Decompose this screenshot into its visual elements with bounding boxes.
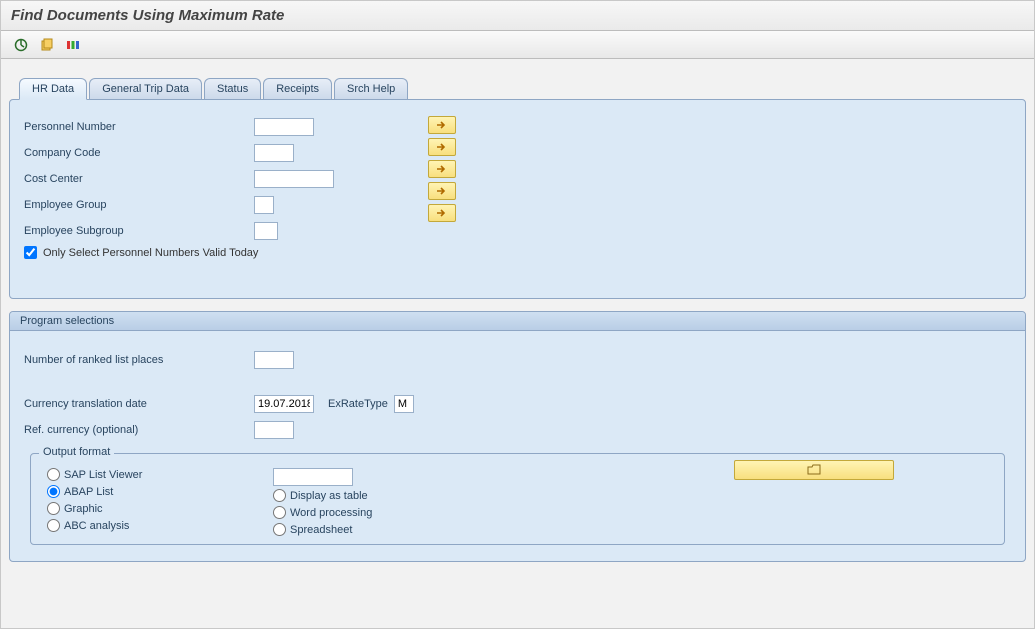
only-valid-today-label: Only Select Personnel Numbers Valid Toda… (43, 247, 258, 259)
tab-general-trip[interactable]: General Trip Data (89, 78, 202, 100)
multi-select-employee-group[interactable] (428, 182, 456, 200)
radio-abap-list[interactable] (47, 485, 60, 498)
personnel-number-input[interactable] (254, 118, 314, 136)
translation-date-label: Currency translation date (24, 398, 254, 410)
radio-spreadsheet-label: Spreadsheet (290, 524, 352, 536)
program-selections-section: Program selections Number of ranked list… (9, 311, 1026, 562)
layout-variant-button[interactable] (734, 460, 894, 480)
execute-button[interactable] (11, 36, 31, 54)
output-format-section: Output format SAP List Viewer (30, 453, 1005, 545)
multi-select-employee-subgroup[interactable] (428, 204, 456, 222)
folder-icon (807, 464, 821, 476)
radio-abc-analysis[interactable] (47, 519, 60, 532)
translation-date-input[interactable] (254, 395, 314, 413)
employee-subgroup-label: Employee Subgroup (24, 225, 254, 237)
personnel-number-label: Personnel Number (24, 121, 254, 133)
multi-select-company-code[interactable] (428, 138, 456, 156)
radio-graphic[interactable] (47, 502, 60, 515)
employee-group-label: Employee Group (24, 199, 254, 211)
company-code-label: Company Code (24, 147, 254, 159)
hr-data-panel: Personnel Number Company Code Cost Cente… (9, 99, 1026, 299)
radio-word-processing[interactable] (273, 506, 286, 519)
ref-currency-label: Ref. currency (optional) (24, 424, 254, 436)
ranked-list-label: Number of ranked list places (24, 354, 254, 366)
tab-hr-data[interactable]: HR Data (19, 78, 87, 100)
radio-display-table[interactable] (273, 489, 286, 502)
variant-button[interactable] (37, 36, 57, 54)
cost-center-label: Cost Center (24, 173, 254, 185)
employee-subgroup-input[interactable] (254, 222, 278, 240)
radio-display-table-label: Display as table (290, 490, 368, 502)
company-code-input[interactable] (254, 144, 294, 162)
tab-strip: HR Data General Trip Data Status Receipt… (19, 77, 1026, 99)
exrate-label: ExRateType (328, 398, 388, 410)
radio-abc-analysis-label: ABC analysis (64, 520, 129, 532)
radio-graphic-label: Graphic (64, 503, 103, 515)
tab-receipts[interactable]: Receipts (263, 78, 332, 100)
toolbar (1, 31, 1034, 59)
radio-abap-list-label: ABAP List (64, 486, 113, 498)
ref-currency-input[interactable] (254, 421, 294, 439)
employee-group-input[interactable] (254, 196, 274, 214)
tab-srch-help[interactable]: Srch Help (334, 78, 408, 100)
tab-status[interactable]: Status (204, 78, 261, 100)
multi-select-column (428, 116, 456, 222)
multi-select-personnel-number[interactable] (428, 116, 456, 134)
cost-center-input[interactable] (254, 170, 334, 188)
sap-list-viewer-variant-input[interactable] (273, 468, 353, 486)
multi-select-cost-center[interactable] (428, 160, 456, 178)
page-title: Find Documents Using Maximum Rate (1, 1, 1034, 31)
radio-spreadsheet[interactable] (273, 523, 286, 536)
color-legend-button[interactable] (63, 36, 83, 54)
radio-sap-list-viewer-label: SAP List Viewer (64, 469, 142, 481)
app-window: Find Documents Using Maximum Rate © www.… (0, 0, 1035, 629)
exrate-input[interactable] (394, 395, 414, 413)
output-format-title: Output format (39, 446, 114, 458)
ranked-list-input[interactable] (254, 351, 294, 369)
radio-sap-list-viewer[interactable] (47, 468, 60, 481)
program-selections-header: Program selections (10, 312, 1025, 331)
content-area: © www.tutorialkart.com HR Data General T… (1, 59, 1034, 570)
radio-word-processing-label: Word processing (290, 507, 372, 519)
only-valid-today-checkbox[interactable] (24, 246, 37, 259)
